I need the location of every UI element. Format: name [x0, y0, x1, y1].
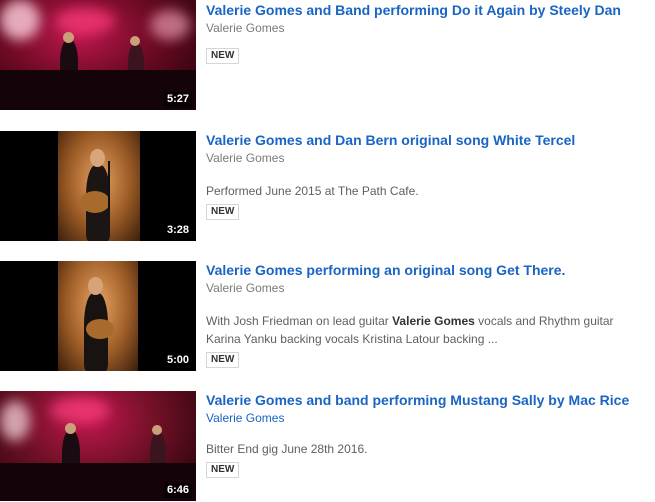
- video-title-link[interactable]: Valerie Gomes and Band performing Do it …: [206, 1, 649, 19]
- channel-name-link[interactable]: Valerie Gomes: [206, 20, 649, 36]
- channel-name-link[interactable]: Valerie Gomes: [206, 150, 649, 166]
- video-duration: 3:28: [163, 223, 192, 238]
- channel-name-link[interactable]: Valerie Gomes: [206, 280, 649, 296]
- video-description: Bitter End gig June 28th 2016.: [206, 442, 368, 456]
- description-highlight: Valerie Gomes: [392, 314, 475, 328]
- video-result: 5:00 Valerie Gomes performing an origina…: [0, 261, 655, 371]
- video-title-link[interactable]: Valerie Gomes performing an original son…: [206, 261, 649, 279]
- video-description: [206, 36, 649, 42]
- video-title-link[interactable]: Valerie Gomes and Dan Bern original song…: [206, 131, 649, 149]
- video-info: Valerie Gomes and Dan Bern original song…: [206, 131, 649, 220]
- video-duration: 6:46: [163, 483, 192, 498]
- new-badge: NEW: [206, 352, 240, 368]
- video-thumbnail[interactable]: 6:46: [0, 391, 196, 501]
- video-info: Valerie Gomes performing an original son…: [206, 261, 649, 368]
- video-info: Valerie Gomes and Band performing Do it …: [206, 1, 649, 64]
- video-title-link[interactable]: Valerie Gomes and band performing Mustan…: [206, 391, 649, 409]
- video-description: Performed June 2015 at The Path Cafe.: [206, 184, 419, 198]
- video-result: 5:27 Valerie Gomes and Band performing D…: [0, 0, 655, 110]
- video-result: 6:46 Valerie Gomes and band performing M…: [0, 391, 655, 501]
- new-badge: NEW: [206, 204, 240, 220]
- video-duration: 5:27: [163, 92, 192, 107]
- channel-name-link[interactable]: Valerie Gomes: [206, 410, 649, 426]
- video-thumbnail[interactable]: 3:28: [0, 131, 196, 241]
- new-badge: NEW: [206, 48, 240, 64]
- description-text: With Josh Friedman on lead guitar: [206, 314, 393, 328]
- new-badge: NEW: [206, 462, 240, 478]
- video-description: With Josh Friedman on lead guitar Valeri…: [206, 312, 649, 348]
- video-result: 3:28 Valerie Gomes and Dan Bern original…: [0, 131, 655, 241]
- video-info: Valerie Gomes and band performing Mustan…: [206, 391, 649, 478]
- video-thumbnail[interactable]: 5:27: [0, 0, 196, 110]
- video-thumbnail[interactable]: 5:00: [0, 261, 196, 371]
- video-duration: 5:00: [163, 353, 192, 368]
